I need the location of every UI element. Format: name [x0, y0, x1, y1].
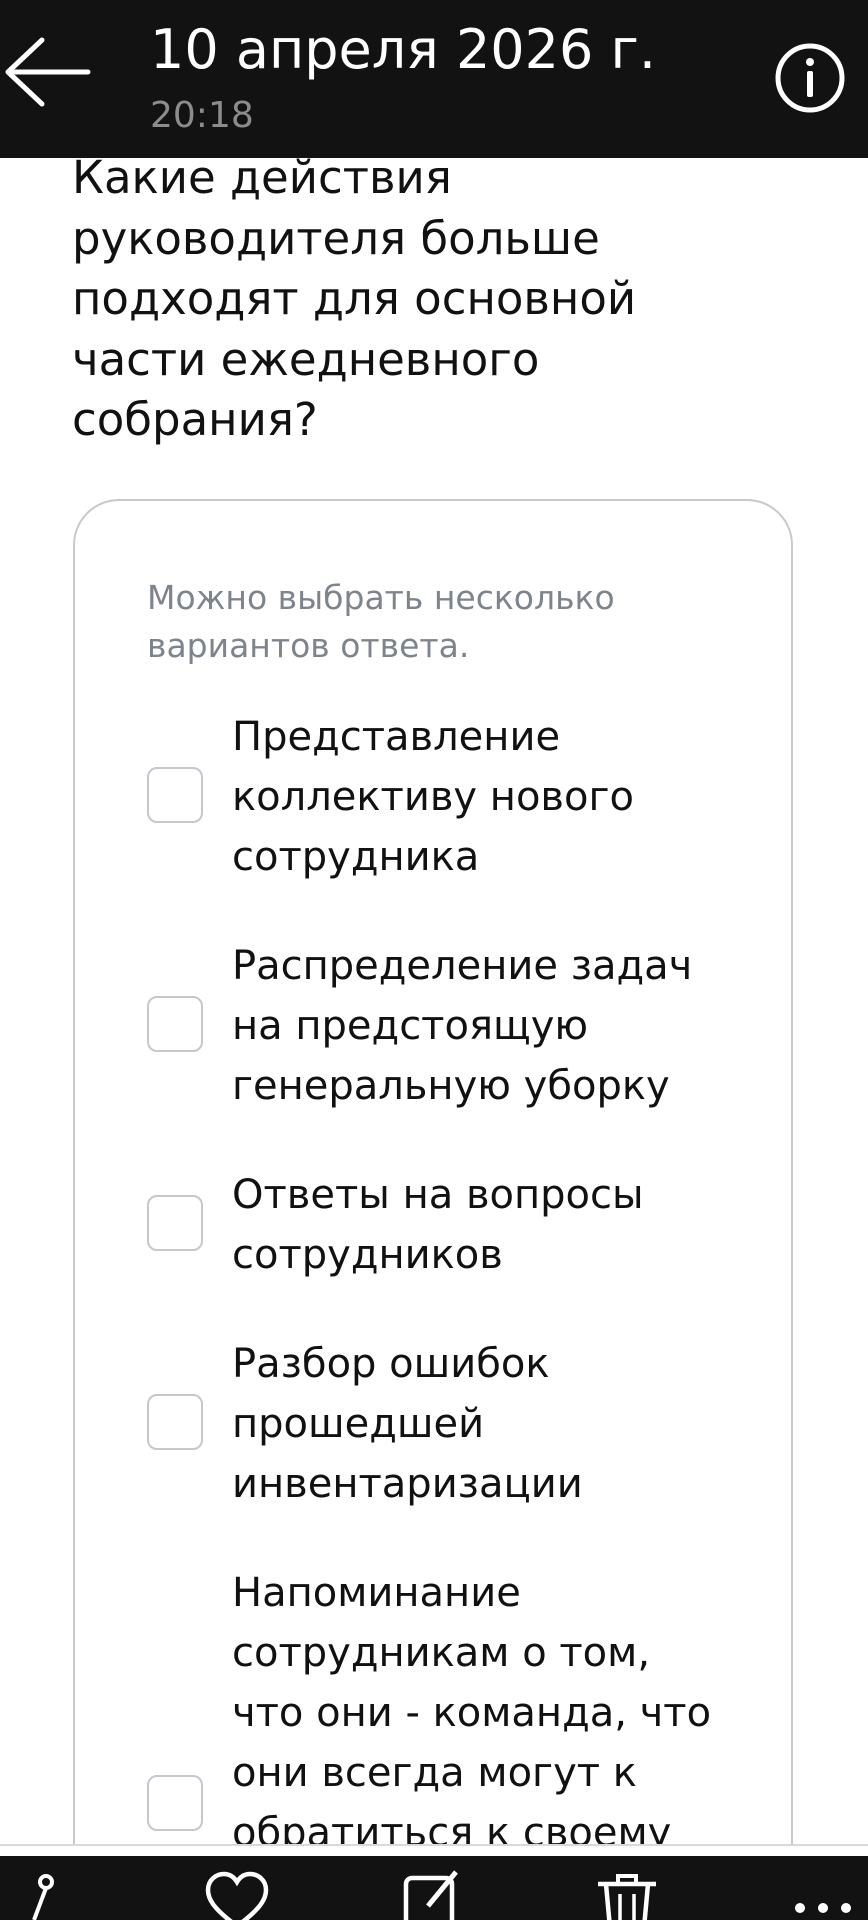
- answer-option-label: Представление коллективу нового сотрудни…: [232, 714, 634, 880]
- question-text: Какие действия руководителя больше подхо…: [72, 151, 637, 446]
- answer-option-label: Разбор ошибок прошедшей инвентаризации: [232, 1341, 583, 1507]
- info-button[interactable]: [770, 38, 850, 118]
- answer-option[interactable]: Распределение задач на предстоящую генер…: [147, 936, 747, 1116]
- top-bar: 10 апреля 2026 г. 20:18: [0, 0, 868, 158]
- edit-icon[interactable]: [398, 1868, 468, 1920]
- share-icon[interactable]: [10, 1868, 80, 1920]
- answer-option[interactable]: Напоминание сотрудникам о том, что они -…: [147, 1563, 747, 1863]
- info-circle-icon: [775, 43, 845, 113]
- answer-option[interactable]: Разбор ошибок прошедшей инвентаризации: [147, 1334, 747, 1514]
- answer-option-label: Ответы на вопросы сотрудников: [232, 1172, 644, 1278]
- bottom-spacer: [0, 1846, 868, 1856]
- answer-option-label: Распределение задач на предстоящую генер…: [232, 943, 693, 1109]
- checkbox[interactable]: [147, 996, 203, 1052]
- checkbox[interactable]: [147, 1195, 203, 1251]
- checkbox[interactable]: [147, 767, 203, 823]
- header-time: 20:18: [150, 95, 254, 136]
- answer-option[interactable]: Представление коллективу нового сотрудни…: [147, 707, 747, 887]
- answer-option[interactable]: Ответы на вопросы сотрудников: [147, 1165, 747, 1285]
- answer-option-label: Напоминание сотрудникам о том, что они -…: [232, 1570, 712, 1856]
- more-icon[interactable]: [788, 1868, 858, 1920]
- back-button[interactable]: [0, 22, 100, 122]
- screen: 10 апреля 2026 г. 20:18 Какие действия р…: [0, 0, 868, 1920]
- heart-icon[interactable]: [202, 1868, 272, 1920]
- arrow-left-icon: [5, 37, 91, 107]
- checkbox[interactable]: [147, 1775, 203, 1831]
- delete-icon[interactable]: [592, 1868, 662, 1920]
- header-date: 10 апреля 2026 г.: [150, 18, 657, 81]
- multi-select-hint: Можно выбрать несколько вариантов ответа…: [147, 578, 615, 665]
- bottom-toolbar: [0, 1856, 868, 1920]
- checkbox[interactable]: [147, 1394, 203, 1450]
